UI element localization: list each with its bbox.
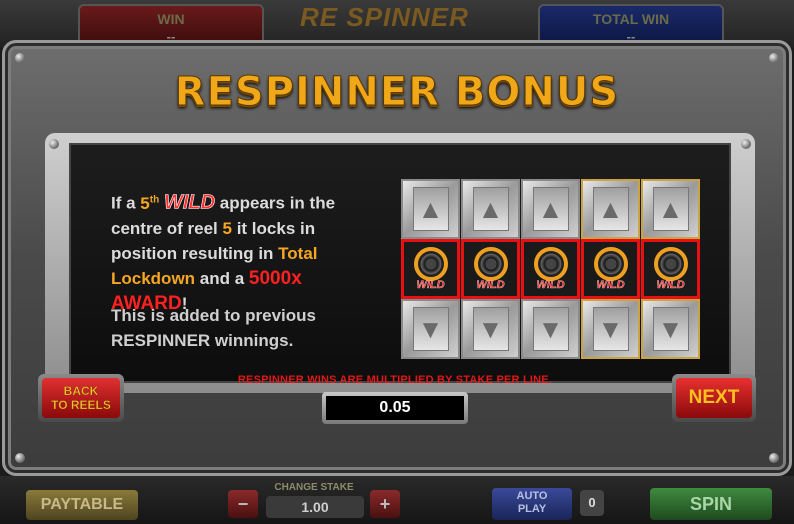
total-win-label: TOTAL WIN xyxy=(592,11,670,27)
fifth-number: 5th xyxy=(140,193,160,213)
rivet-icon xyxy=(769,53,779,63)
down-arrow-icon: ▼ xyxy=(532,307,569,351)
spin-button[interactable]: SPIN xyxy=(650,488,772,520)
down-arrow-symbol: ▼ xyxy=(521,299,580,359)
back-label-2: TO REELS xyxy=(51,398,111,412)
rivet-icon xyxy=(769,453,779,463)
rivet-icon xyxy=(15,53,25,63)
next-button-label[interactable]: NEXT xyxy=(676,378,752,418)
stake-plus-button[interactable]: + xyxy=(370,490,400,518)
wild-symbol: WILD xyxy=(461,239,520,299)
up-arrow-symbol: ▲ xyxy=(401,179,460,239)
reel-number: 5 xyxy=(222,218,232,238)
autoplay-label-2: PLAY xyxy=(517,503,547,515)
wheel-icon xyxy=(473,247,508,281)
wheel-icon xyxy=(413,247,448,281)
wild-label: WILD xyxy=(416,279,445,291)
wild-symbol: WILD xyxy=(641,239,700,299)
autoplay-count: 0 xyxy=(580,490,604,516)
rivet-icon xyxy=(49,139,59,149)
down-arrow-symbol: ▼ xyxy=(641,299,700,359)
wheel-icon xyxy=(533,247,568,281)
stake-value: 1.00 xyxy=(266,496,364,518)
down-arrow-icon: ▼ xyxy=(652,307,689,351)
reel: ▲ WILD ▼ xyxy=(521,179,580,365)
rivet-icon xyxy=(15,453,25,463)
wild-label: WILD xyxy=(536,279,565,291)
down-arrow-symbol: ▼ xyxy=(401,299,460,359)
wild-label: WILD xyxy=(656,279,685,291)
up-arrow-symbol: ▲ xyxy=(521,179,580,239)
reel: ▲ WILD ▼ xyxy=(641,179,700,365)
reel: ▲ WILD ▼ xyxy=(461,179,520,365)
game-logo: RE SPINNER xyxy=(300,2,469,32)
up-arrow-symbol: ▲ xyxy=(461,179,520,239)
up-arrow-symbol: ▲ xyxy=(581,179,640,239)
stake-minus-button[interactable]: − xyxy=(228,490,258,518)
paytable-button[interactable]: PAYTABLE xyxy=(26,490,138,520)
bonus-description: If a 5th WILD appears in the centre of r… xyxy=(111,191,336,314)
wild-label: WILD xyxy=(476,279,505,291)
down-arrow-symbol: ▼ xyxy=(461,299,520,359)
rivet-icon xyxy=(741,139,751,149)
reels-illustration: ▲ WILD ▼ ▲ WILD ▼ ▲ WILD ▼ ▲ WILD ▼ ▲ WI… xyxy=(401,179,701,365)
down-arrow-symbol: ▼ xyxy=(581,299,640,359)
stake-per-line-value: 0.05 xyxy=(326,396,464,420)
down-arrow-icon: ▼ xyxy=(472,307,509,351)
wild-word: WILD xyxy=(163,191,216,214)
up-arrow-icon: ▲ xyxy=(532,187,569,231)
wheel-icon xyxy=(593,247,628,281)
back-to-reels-button[interactable]: BACK TO REELS xyxy=(38,374,124,422)
reel: ▲ WILD ▼ xyxy=(401,179,460,365)
stake-per-line-display: 0.05 xyxy=(322,392,468,424)
page-title: RESPINNER BONUS xyxy=(174,69,620,116)
autoplay-label-1: AUTO xyxy=(516,490,548,502)
wild-symbol: WILD xyxy=(401,239,460,299)
up-arrow-symbol: ▲ xyxy=(641,179,700,239)
reel: ▲ WILD ▼ xyxy=(581,179,640,365)
bonus-note: This is added to previous RESPINNER winn… xyxy=(111,306,316,350)
win-label: WIN xyxy=(157,11,185,27)
up-arrow-icon: ▲ xyxy=(472,187,509,231)
wild-label: WILD xyxy=(596,279,625,291)
up-arrow-icon: ▲ xyxy=(592,187,629,231)
wild-symbol: WILD xyxy=(521,239,580,299)
up-arrow-icon: ▲ xyxy=(412,187,449,231)
next-button[interactable]: NEXT xyxy=(672,374,756,422)
info-panel-screen: If a 5th WILD appears in the centre of r… xyxy=(69,143,731,383)
up-arrow-icon: ▲ xyxy=(652,187,689,231)
back-label-1: BACK xyxy=(63,384,99,398)
wild-symbol: WILD xyxy=(581,239,640,299)
down-arrow-icon: ▼ xyxy=(412,307,449,351)
wheel-icon xyxy=(653,247,688,281)
info-panel: If a 5th WILD appears in the centre of r… xyxy=(45,133,755,393)
autoplay-button[interactable]: AUTO PLAY xyxy=(492,488,572,520)
back-to-reels-face[interactable]: BACK TO REELS xyxy=(42,378,120,418)
down-arrow-icon: ▼ xyxy=(592,307,629,351)
stake-note: RESPINNER WINS ARE MULTIPLIED BY STAKE P… xyxy=(237,374,553,386)
change-stake-label: CHANGE STAKE xyxy=(274,482,354,493)
